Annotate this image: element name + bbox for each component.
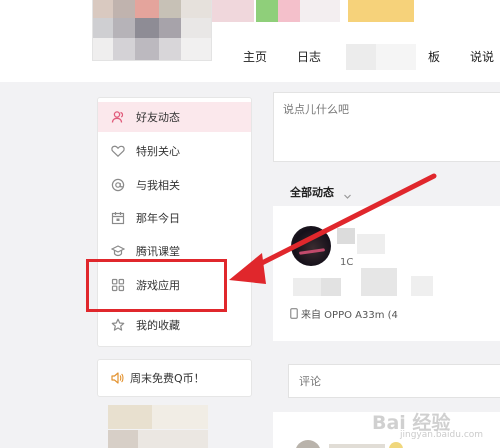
qzone-page: 主页 日志 板 说说 好友动态 特别关心 与我相关 那年今日 腾讯课堂 游戏应用…: [0, 0, 500, 448]
watermark-sub: jingyan.baidu.com: [400, 430, 484, 440]
baidu-watermark: Bai 经验 jingyan.baidu.com: [372, 398, 494, 444]
pointer-arrow: [229, 173, 437, 284]
